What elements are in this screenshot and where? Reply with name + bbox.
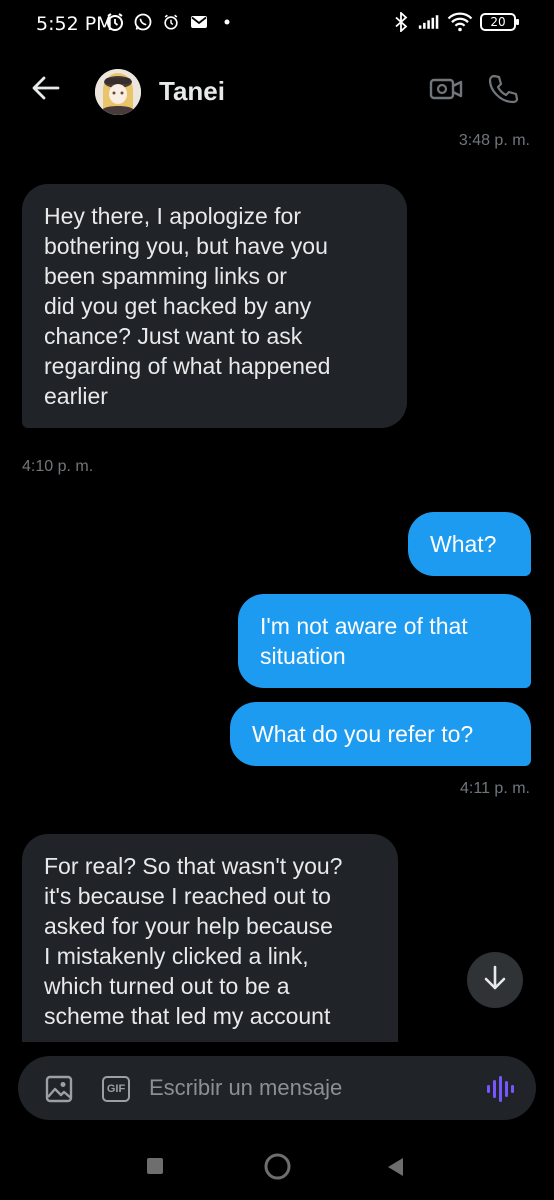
message-line: did you get hacked by any (44, 293, 312, 319)
phone-call-button[interactable] (486, 74, 520, 108)
message-line: I mistakenly clicked a link, (44, 943, 309, 969)
message-line: been spamming links or (44, 263, 287, 289)
message-line: situation (260, 643, 346, 669)
bluetooth-icon (390, 11, 412, 33)
message-timestamp: 3:48 p. m. (458, 132, 530, 149)
battery-level: 20 (490, 15, 506, 29)
message-line: asked for your help because (44, 913, 333, 939)
message-line: What? (430, 531, 497, 557)
home-icon[interactable] (264, 1153, 291, 1180)
message-line: regarding of what happened (44, 353, 331, 379)
message-line: earlier (44, 383, 108, 409)
message-timestamp: 4:10 p. m. (22, 458, 94, 475)
back-arrow-icon (32, 76, 60, 105)
message-line: bothering you, but have you (44, 233, 328, 259)
video-call-button[interactable] (428, 76, 464, 106)
gif-button[interactable]: GIF (102, 1076, 130, 1102)
outgoing-message[interactable]: I'm not aware of that situation (238, 594, 531, 688)
arrow-down-icon (483, 965, 507, 996)
message-line: I'm not aware of that (260, 613, 468, 639)
outgoing-message[interactable]: What? (408, 512, 531, 576)
conversation-header: Tanei (0, 56, 554, 128)
message-line: Hey there, I apologize for (44, 203, 301, 229)
message-line: What do you refer to? (252, 721, 474, 747)
message-line: scheme that led my account (44, 1003, 331, 1029)
message-timestamp: 4:11 p. m. (460, 780, 530, 797)
alarm-icon (160, 11, 182, 33)
image-icon[interactable] (45, 1075, 73, 1103)
wifi-icon (446, 11, 474, 33)
incoming-message[interactable]: For real? So that wasn't you? it's becau… (22, 834, 398, 1042)
system-navigation-bar (0, 1130, 554, 1200)
incoming-message[interactable]: Hey there, I apologize for bothering you… (22, 184, 407, 428)
voice-message-icon[interactable] (485, 1073, 517, 1105)
message-input[interactable] (149, 1068, 469, 1108)
gmail-icon (188, 11, 210, 33)
whatsapp-icon (132, 11, 154, 33)
battery-icon: 20 (480, 13, 519, 31)
signal-icon (418, 11, 440, 33)
message-composer: GIF (18, 1056, 536, 1120)
phone-icon (487, 73, 519, 110)
status-bar: 5:52 PM 20 (0, 0, 554, 48)
outgoing-message[interactable]: What do you refer to? (230, 702, 531, 766)
back-button[interactable] (28, 72, 64, 108)
message-line: chance? Just want to ask (44, 323, 303, 349)
video-call-icon (429, 76, 463, 107)
back-icon[interactable] (386, 1157, 404, 1177)
recents-icon[interactable] (147, 1158, 163, 1174)
alarm-icon (104, 11, 126, 33)
contact-name[interactable]: Tanei (159, 76, 225, 107)
scroll-to-bottom-button[interactable] (467, 952, 523, 1008)
dot-icon (216, 11, 238, 33)
avatar[interactable] (95, 69, 141, 115)
message-line: it's because I reached out to (44, 883, 331, 909)
message-list[interactable]: 3:48 p. m. Hey there, I apologize for bo… (0, 128, 554, 1042)
message-line: For real? So that wasn't you? (44, 853, 343, 879)
status-time: 5:52 PM (36, 13, 113, 35)
message-line: which turned out to be a (44, 973, 290, 999)
